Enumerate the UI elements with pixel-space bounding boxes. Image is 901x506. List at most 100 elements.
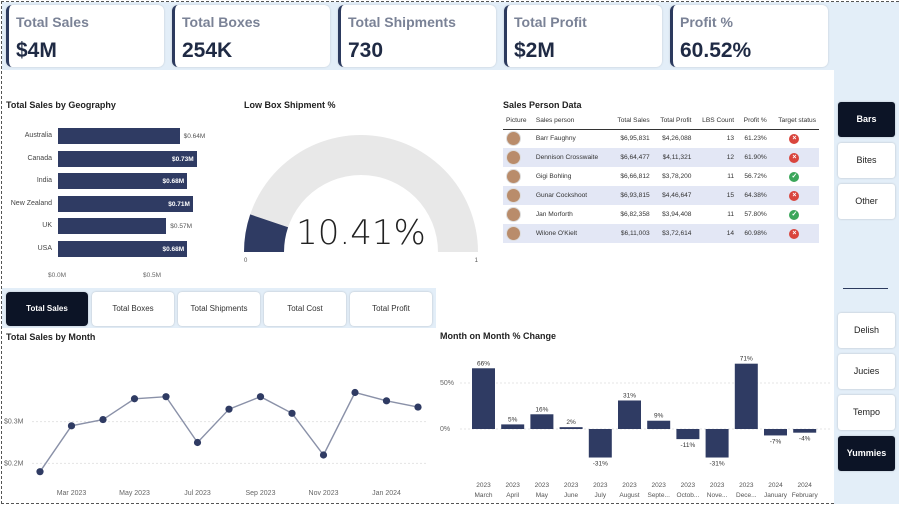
mom-x-month: August — [619, 492, 639, 499]
cell-profit: $4,11,321 — [652, 148, 695, 167]
col-total-sales[interactable]: Total Sales — [609, 113, 653, 130]
x-circle-icon: × — [789, 228, 800, 239]
table-header-row: Picture Sales person Total Sales Total P… — [503, 113, 819, 130]
tab-total-shipments[interactable]: Total Shipments — [178, 292, 260, 326]
filter-other-button[interactable]: Other — [838, 184, 895, 219]
table-row[interactable]: Gunar Cockshoot $6,93,815 $4,46,647 15 64.38… — [503, 186, 819, 205]
gauge-min: 0 — [244, 258, 248, 264]
tab-total-sales[interactable]: Total Sales — [6, 292, 88, 326]
avatar — [506, 188, 521, 203]
col-sales-person[interactable]: Sales person — [532, 113, 610, 130]
kpi-value: $2M — [514, 39, 555, 62]
mom-bar-label: 2% — [566, 419, 576, 426]
mom-bar-label: -4% — [799, 436, 811, 443]
cell-name: Wilone O'Kielt — [532, 224, 610, 243]
line-x-tick: May 2023 — [119, 490, 150, 497]
geo-bar[interactable] — [58, 128, 180, 144]
line-point[interactable] — [130, 395, 139, 403]
filter-jucies-button[interactable]: Jucies — [838, 354, 895, 389]
mom-bar-label: -31% — [593, 461, 608, 468]
avatar — [506, 207, 521, 222]
line-point[interactable] — [351, 388, 359, 397]
geo-category-label: India — [36, 177, 52, 184]
kpi-card-total-boxes: Total Boxes 254K — [172, 5, 330, 67]
mom-bar-label: 31% — [623, 392, 636, 399]
line-x-tick: Nov 2023 — [309, 490, 339, 497]
mom-bar[interactable] — [501, 424, 525, 429]
table-row[interactable]: Dennison Crosswaite $6,64,477 $4,11,321 12 6… — [503, 148, 819, 167]
mom-x-year: 2023 — [651, 482, 666, 489]
col-target-status[interactable]: Target status — [769, 113, 819, 130]
mom-bar[interactable] — [559, 427, 583, 429]
avatar-cell — [503, 148, 533, 167]
mom-x-month: April — [506, 492, 520, 499]
sales-person-title: Sales Person Data — [503, 100, 582, 110]
mom-bar[interactable] — [734, 363, 758, 429]
line-point[interactable] — [162, 393, 170, 401]
geo-category-label: USA — [37, 244, 52, 252]
mom-bar[interactable] — [647, 420, 671, 429]
filter-tempo-button[interactable]: Tempo — [838, 395, 895, 430]
line-point[interactable] — [414, 403, 422, 411]
mom-bar[interactable] — [705, 429, 729, 458]
mom-bar[interactable] — [676, 429, 700, 440]
filter-bites-button[interactable]: Bites — [838, 143, 895, 178]
cell-pct: 56.72% — [744, 173, 767, 180]
filter-delish-button[interactable]: Delish — [838, 313, 895, 348]
col-profit-pct[interactable]: Profit % — [737, 113, 770, 130]
tab-total-boxes[interactable]: Total Boxes — [92, 292, 174, 326]
kpi-label: Total Shipments — [348, 14, 456, 30]
line-point[interactable] — [67, 422, 76, 430]
line-x-tick: Jan 2024 — [372, 490, 401, 497]
line-point[interactable] — [99, 415, 107, 424]
line-x-tick: Sep 2023 — [246, 490, 276, 497]
col-total-profit[interactable]: Total Profit — [652, 113, 695, 130]
cell-lbs: 14 — [694, 224, 738, 243]
mom-x-month: Septe... — [647, 492, 670, 499]
line-point[interactable] — [225, 405, 233, 413]
cell-status: ✓ — [770, 167, 819, 186]
col-picture[interactable]: Picture — [503, 113, 533, 130]
filter-bars-button[interactable]: Bars — [838, 102, 895, 137]
cell-sales: $6,64,477 — [609, 148, 653, 167]
mom-bar[interactable] — [530, 414, 554, 429]
line-point[interactable] — [36, 468, 44, 476]
table-row[interactable]: Wilone O'Kielt $6,11,003 $3,72,614 14 60.98%… — [503, 224, 819, 243]
tab-total-profit[interactable]: Total Profit — [350, 292, 432, 326]
line-x-tick: Mar 2023 — [57, 490, 87, 497]
avatar-cell — [503, 205, 533, 224]
line-point[interactable] — [256, 393, 265, 401]
x-circle-icon: × — [789, 133, 800, 144]
mom-bar[interactable] — [618, 400, 641, 429]
cell-pct: 61.23% — [744, 135, 767, 143]
mom-x-month: Dece... — [736, 492, 757, 499]
mom-bar[interactable] — [793, 429, 817, 433]
cell-profit: $4,26,088 — [662, 135, 692, 143]
mom-bar-label: -31% — [710, 461, 725, 468]
avatar — [506, 150, 521, 165]
avatar — [506, 169, 521, 184]
line-point[interactable] — [382, 397, 391, 405]
table-row[interactable]: Gigi Bohling $6,66,812 $3,78,200 11 56.72% ✓ — [503, 167, 819, 186]
mom-bar[interactable] — [472, 368, 495, 429]
mom-y-tick: 50% — [440, 380, 454, 387]
mom-x-month: January — [764, 492, 788, 499]
avatar — [506, 226, 521, 241]
geo-axis-tick: $0.0M — [48, 272, 67, 279]
col-lbs-count[interactable]: LBS Count — [694, 113, 738, 130]
tab-total-cost[interactable]: Total Cost — [264, 292, 346, 326]
filter-yummies-button[interactable]: Yummies — [838, 436, 895, 471]
line-point[interactable] — [288, 409, 296, 417]
line-series — [39, 391, 419, 473]
table-row[interactable]: Barr Faughny $6,95,831 $4,26,088 13 61.23% × — [503, 129, 819, 148]
check-circle-icon: ✓ — [789, 209, 800, 220]
mom-x-year: 2023 — [564, 482, 579, 489]
line-point[interactable] — [319, 451, 328, 459]
mom-bar[interactable] — [764, 429, 787, 436]
table-row[interactable]: Jan Morforth $6,82,358 $3,94,408 11 57.80% ✓ — [503, 205, 819, 224]
check-circle-icon: ✓ — [789, 171, 800, 182]
mom-x-year: 2024 — [797, 482, 812, 489]
geo-bar[interactable] — [58, 218, 167, 234]
mom-bar[interactable] — [588, 429, 612, 458]
line-point[interactable] — [193, 438, 202, 447]
